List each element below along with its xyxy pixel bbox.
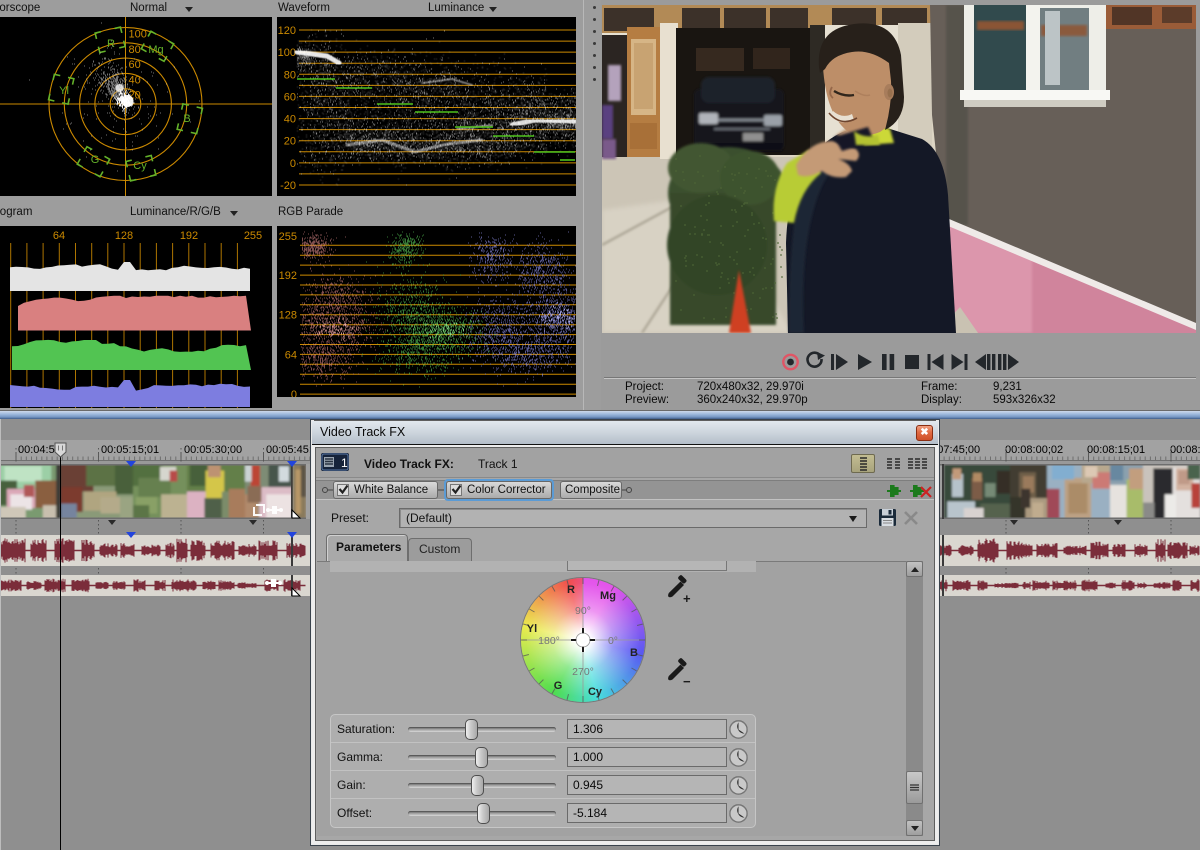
svg-text:Mg: Mg	[600, 590, 616, 602]
svg-text:1: 1	[341, 456, 348, 470]
svg-text:+: +	[683, 591, 691, 606]
svg-text:−: −	[683, 674, 691, 689]
svg-text:Cy: Cy	[588, 686, 603, 698]
svg-text:R: R	[567, 584, 575, 596]
svg-text:G: G	[554, 680, 563, 692]
svg-text:Yl: Yl	[527, 623, 537, 635]
svg-text:180°: 180°	[538, 635, 560, 647]
svg-text:90°: 90°	[575, 605, 591, 617]
svg-text:0°: 0°	[608, 635, 618, 647]
svg-text:B: B	[630, 647, 638, 659]
svg-text:270°: 270°	[572, 666, 594, 678]
